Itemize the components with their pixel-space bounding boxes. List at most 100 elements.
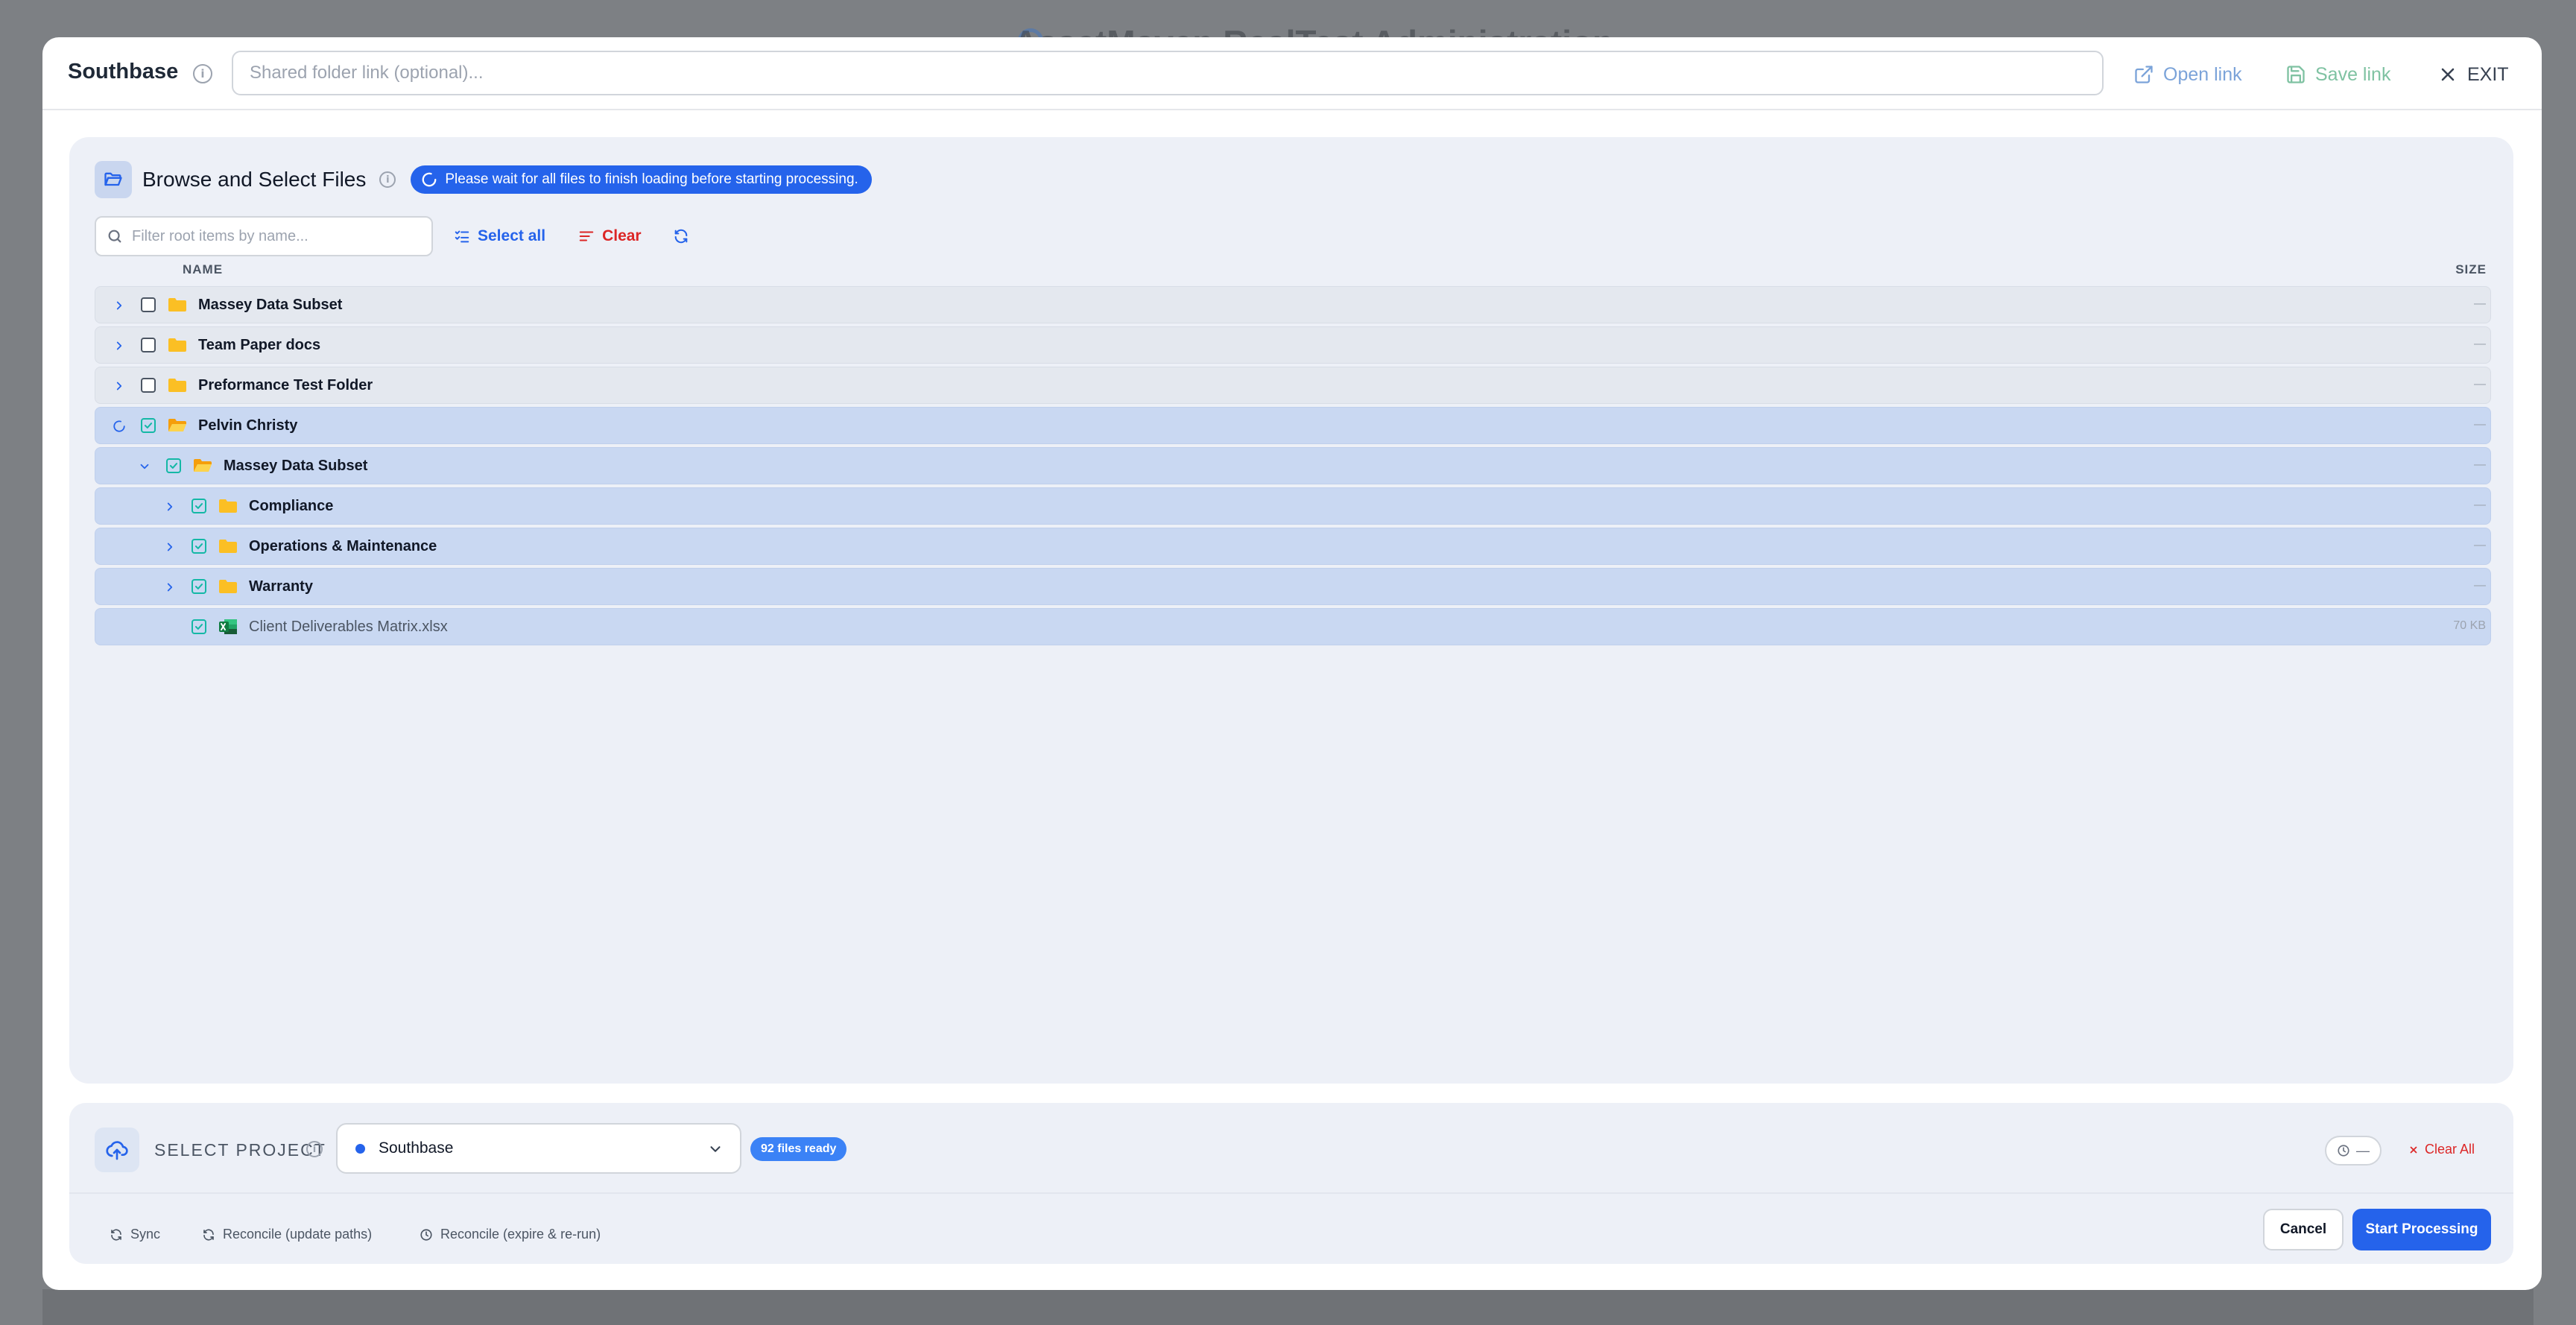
spinner-icon [422,172,437,187]
save-icon [2287,66,2305,83]
filter-input[interactable] [132,227,415,245]
sync-button[interactable]: Sync [110,1227,160,1242]
row-checkbox[interactable] [192,619,206,634]
row-checkbox[interactable] [141,338,156,352]
reconcile-update-button[interactable]: Reconcile (update paths) [202,1227,372,1242]
loading-notice-badge: Please wait for all files to finish load… [411,165,872,194]
row-name: Massey Data Subset [224,458,368,474]
refresh-icon [674,229,687,244]
chevron-right-icon[interactable] [111,378,127,394]
open-link-button[interactable]: Open link [2133,60,2242,89]
row-size: — [2474,458,2486,471]
row-name: Pelvin Christy [198,417,298,434]
file-browser-modal: Southbase i Open link Save link EXIT Bro… [42,37,2542,1290]
file-tree: Massey Data Subset — Team Paper docs — Prefo… [95,286,2491,648]
save-link-button[interactable]: Save link [2285,60,2390,89]
browse-toolbar: Select all Clear [95,216,689,256]
tree-row[interactable]: Client Deliverables Matrix.xlsx 70 KB [95,608,2491,645]
exit-label: EXIT [2467,63,2509,85]
reconcile-update-label: Reconcile (update paths) [223,1227,373,1242]
tree-row[interactable]: Team Paper docs — [95,326,2491,364]
folder-icon [218,537,238,555]
row-checkbox[interactable] [192,579,206,594]
refresh-icon [203,1228,214,1241]
row-checkbox[interactable] [141,418,156,433]
info-icon[interactable]: i [193,64,212,83]
chevron-down-icon[interactable] [136,458,153,475]
folder-open-icon [193,457,212,475]
chevron-right-icon[interactable] [162,579,178,595]
row-name: Compliance [249,498,334,514]
row-size: — [2474,499,2486,511]
history-button[interactable]: — [2325,1136,2382,1166]
loading-notice-text: Please wait for all files to finish load… [445,171,858,187]
row-name: Preformance Test Folder [198,377,373,393]
row-name: Warranty [249,578,313,595]
shared-folder-link-input[interactable] [232,51,2104,95]
chevron-right-icon[interactable] [111,297,127,314]
project-select[interactable]: Southbase [336,1123,741,1174]
backdrop-footer [42,1289,2534,1325]
spinner-icon [111,418,127,434]
folder-icon [218,578,238,595]
column-header-size[interactable]: SIZE [2455,262,2487,277]
clock-icon [2338,1145,2349,1157]
list-check-icon [455,230,469,243]
info-icon[interactable]: i [379,171,396,188]
browse-files-panel: Browse and Select Files i Please wait fo… [69,137,2513,1084]
tree-row[interactable]: Warranty — [95,568,2491,605]
row-size: — [2474,338,2486,350]
modal-header: Southbase i Open link Save link EXIT [42,37,2542,110]
info-icon[interactable]: i [306,1141,323,1157]
history-value: — [2356,1142,2370,1158]
modal-title: Southbase [68,60,179,83]
clear-all-button[interactable]: Clear All [2408,1142,2475,1157]
save-link-label: Save link [2315,63,2391,85]
chevron-right-icon[interactable] [111,338,127,354]
external-link-icon [2135,66,2153,83]
row-name: Client Deliverables Matrix.xlsx [249,619,448,635]
row-checkbox[interactable] [192,539,206,554]
row-checkbox[interactable] [192,499,206,513]
chevron-down-icon [710,1146,721,1152]
row-size: — [2474,579,2486,592]
tree-row[interactable]: Preformance Test Folder — [95,367,2491,404]
folder-icon [218,497,238,515]
chevron-right-icon[interactable] [162,499,178,515]
project-status-dot [355,1143,365,1154]
tree-row[interactable]: Compliance — [95,487,2491,525]
tree-row[interactable]: Massey Data Subset — [95,286,2491,323]
cancel-button[interactable]: Cancel [2263,1209,2344,1250]
sync-label: Sync [130,1227,161,1242]
column-header-name[interactable]: NAME [183,262,223,277]
exit-button[interactable]: EXIT [2437,60,2509,89]
project-select-value: Southbase [379,1139,454,1157]
tree-row[interactable]: Operations & Maintenance — [95,528,2491,565]
browse-files-header: Browse and Select Files i Please wait fo… [95,161,872,198]
clear-selection-button[interactable]: Clear [578,227,642,245]
close-icon [2410,1146,2417,1153]
row-size: — [2474,378,2486,390]
clear-label: Clear [602,227,642,244]
tree-row[interactable]: Massey Data Subset — [95,447,2491,484]
row-checkbox[interactable] [166,458,181,473]
select-all-button[interactable]: Select all [454,227,545,245]
refresh-button[interactable] [673,228,689,244]
select-all-label: Select all [478,227,546,244]
clear-all-label: Clear All [2425,1142,2475,1157]
row-checkbox[interactable] [141,378,156,393]
close-icon [2441,68,2455,81]
filter-field [95,216,433,256]
chevron-right-icon[interactable] [162,539,178,555]
project-row: SELECT PROJECT i Southbase 92 files read… [69,1103,2513,1194]
row-checkbox[interactable] [141,297,156,312]
start-processing-button[interactable]: Start Processing [2352,1209,2491,1250]
tree-row[interactable]: Pelvin Christy — [95,407,2491,444]
search-icon [108,230,121,243]
row-name: Operations & Maintenance [249,538,437,554]
folder-icon [168,296,187,314]
row-size: — [2474,539,2486,551]
reconcile-expire-button[interactable]: Reconcile (expire & re-run) [420,1227,601,1242]
clear-list-icon [579,231,594,241]
row-name: Team Paper docs [198,337,321,353]
